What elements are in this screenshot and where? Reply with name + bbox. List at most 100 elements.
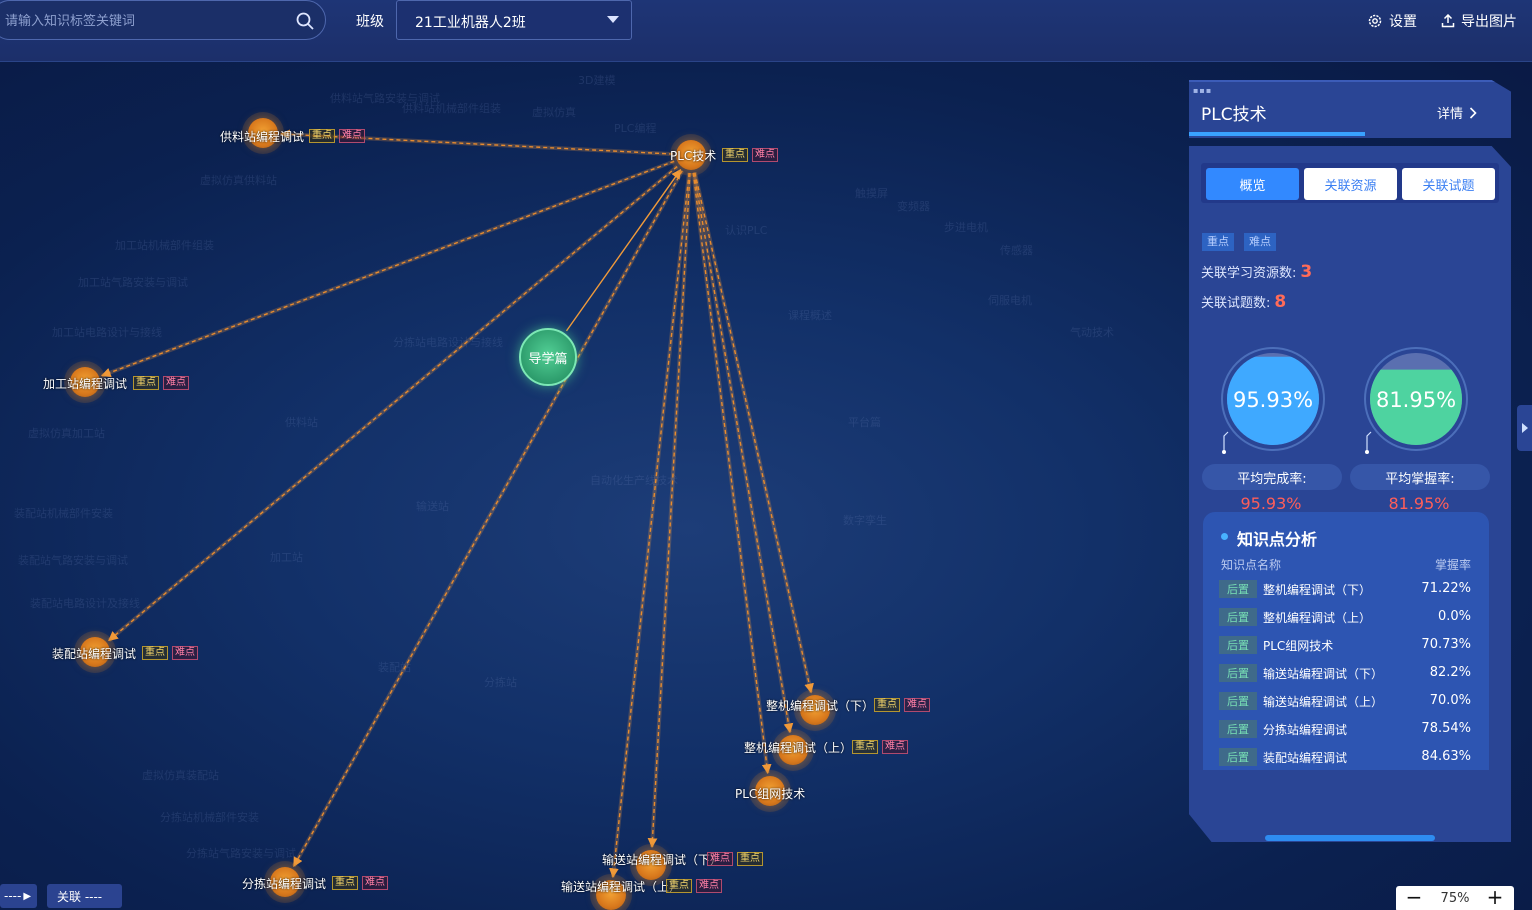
gauge-graphic: 95.93% (1221, 347, 1325, 454)
relation-tag: 后置 (1219, 636, 1257, 654)
tag-key: 重点 (309, 129, 335, 143)
knowledge-point-name: 整机编程调试（上） (1263, 611, 1372, 625)
relation-tag: 后置 (1219, 720, 1257, 738)
legend-toggle-label: ---- (4, 889, 22, 903)
relation-legend-button[interactable]: 关联 ---- (47, 884, 122, 908)
export-label: 导出图片 (1461, 14, 1517, 30)
center-node-label: PLC技术 (670, 149, 717, 163)
tab-label: 概览 (1239, 178, 1266, 194)
mastery-rate-label: 平均掌握率: (1385, 471, 1455, 487)
mastery-rate-label-box: 平均掌握率: (1350, 464, 1490, 490)
knowledge-point-name: 输送站编程调试（上） (1263, 695, 1384, 709)
detail-link[interactable]: 详情 (1437, 103, 1477, 122)
class-select[interactable]: 21工业机器人2班 (396, 0, 632, 40)
analysis-row[interactable]: 后置 输送站编程调试（上） 70.0% (1219, 690, 1471, 712)
bullet-dot (1221, 533, 1228, 540)
analysis-row[interactable]: 后置 整机编程调试（上） 0.0% (1219, 606, 1471, 628)
analysis-title: 知识点分析 (1237, 530, 1318, 549)
tag-key: 重点 (852, 740, 878, 754)
tag-difficult: 难点 (904, 698, 930, 712)
mastery-rate: 70.73% (1421, 637, 1471, 652)
settings-button[interactable]: 设置 (1367, 11, 1417, 31)
tag-difficult: 难点 (882, 740, 908, 754)
mastery-rate: 0.0% (1437, 609, 1471, 624)
tag-difficult: 难点 (696, 879, 722, 893)
analysis-row[interactable]: 后置 装配站编程调试 84.63% (1219, 746, 1471, 768)
completion-rate-label-box: 平均完成率: (1202, 464, 1342, 490)
zoom-control: − 75% + (1396, 886, 1514, 910)
mastery-rate-value: 81.95% (1388, 494, 1450, 513)
knowledge-point-name: PLC组网技术 (1263, 639, 1334, 653)
completion-rate-label: 平均完成率: (1237, 471, 1307, 487)
tag-key: 重点 (737, 852, 763, 866)
knowledge-point-name: 分拣站编程调试 (1263, 723, 1348, 737)
resource-count-value: 3 (1300, 262, 1313, 282)
knowledge-point-name: 输送站编程调试（下） (1263, 667, 1384, 681)
mastery-rate: 78.54% (1421, 721, 1471, 736)
panel-header: ▪▪▪ PLC技术 详情 (1189, 80, 1511, 138)
tag-difficult: 难点 (362, 876, 388, 890)
tab-label: 关联资源 (1324, 178, 1377, 194)
knowledge-point-name: 整机编程调试（下） (1263, 583, 1372, 597)
knowledge-point-name: 装配站编程调试 (1263, 751, 1348, 765)
tab-related-resources[interactable]: 关联资源 (1304, 168, 1397, 200)
zoom-level: 75% (1440, 891, 1470, 906)
knowledge-node-label: 输送站编程调试（下） (602, 853, 723, 867)
mastery-rate: 71.22% (1421, 581, 1471, 596)
caret-down-icon (607, 16, 619, 23)
column-header-rate: 掌握率 (1434, 558, 1471, 572)
knowledge-node-label: 分拣站编程调试 (242, 877, 327, 891)
completion-rate-gauge: 95.93% (1218, 344, 1328, 454)
gauge-value: 81.95% (1376, 388, 1456, 412)
class-label: 班级 (356, 14, 384, 30)
knowledge-node-label: 整机编程调试（下） (766, 699, 875, 713)
legend-toggle-button[interactable]: ---- ▶ (0, 884, 37, 908)
mastery-rate-gauge: 81.95% (1361, 344, 1471, 454)
mastery-rate: 70.0% (1429, 693, 1471, 708)
knowledge-node-label: PLC组网技术 (735, 787, 806, 801)
knowledge-analysis-card: 知识点分析 知识点名称 掌握率 后置 整机编程调试（下） 71.22% 后置 整机编程调… (1203, 512, 1489, 770)
analysis-row[interactable]: 后置 分拣站编程调试 78.54% (1219, 718, 1471, 740)
class-select-value: 21工业机器人2班 (415, 15, 526, 31)
knowledge-node-label: 供料站编程调试 (220, 130, 305, 144)
badge-key: 重点 (1202, 233, 1234, 251)
settings-label: 设置 (1389, 14, 1417, 30)
top-toolbar: 班级 21工业机器人2班 设置 导出图片 (0, 0, 1532, 62)
export-image-button[interactable]: 导出图片 (1441, 11, 1517, 31)
search-icon[interactable] (295, 11, 315, 31)
panel-header-accent (1189, 132, 1365, 136)
panel-toggle[interactable] (1517, 405, 1532, 451)
tag-key: 重点 (142, 646, 168, 660)
search-box (0, 0, 326, 40)
panel-title: PLC技术 (1201, 105, 1267, 125)
knowledge-node-label: 装配站编程调试 (52, 647, 137, 661)
relation-tag: 后置 (1219, 692, 1257, 710)
zoom-out-button[interactable]: − (1404, 886, 1424, 910)
tag-key: 重点 (332, 876, 358, 890)
tag-key: 重点 (722, 148, 748, 162)
completion-rate-value: 95.93% (1240, 494, 1302, 513)
tab-related-questions[interactable]: 关联试题 (1402, 168, 1495, 200)
knowledge-node-label: 加工站编程调试 (43, 377, 128, 391)
prerequisite-edge (100, 160, 675, 378)
mastery-rate: 84.63% (1421, 749, 1471, 764)
export-icon (1441, 14, 1455, 28)
question-count-line: 关联试题数: 8 (1201, 292, 1286, 312)
tag-difficult: 难点 (339, 129, 365, 143)
gear-icon (1368, 14, 1382, 28)
zoom-in-button[interactable]: + (1484, 886, 1506, 910)
detail-label: 详情 (1437, 107, 1464, 122)
caret-right-icon (1522, 423, 1528, 433)
analysis-row[interactable]: 后置 输送站编程调试（下） 82.2% (1219, 662, 1471, 684)
gauge-value: 95.93% (1233, 388, 1313, 412)
question-count-label: 关联试题数: (1201, 296, 1271, 311)
knowledge-node-label: 整机编程调试（上） (744, 741, 853, 755)
mastery-rate: 82.2% (1429, 665, 1471, 680)
resource-count-line: 关联学习资源数: 3 (1201, 262, 1312, 282)
analysis-row[interactable]: 后置 整机编程调试（下） 71.22% (1219, 578, 1471, 600)
search-input[interactable] (5, 11, 285, 31)
tab-overview[interactable]: 概览 (1206, 168, 1299, 200)
relation-legend-label: 关联 ---- (57, 889, 103, 904)
decor-dots: ▪▪▪ (1193, 86, 1213, 95)
analysis-row[interactable]: 后置 PLC组网技术 70.73% (1219, 634, 1471, 656)
